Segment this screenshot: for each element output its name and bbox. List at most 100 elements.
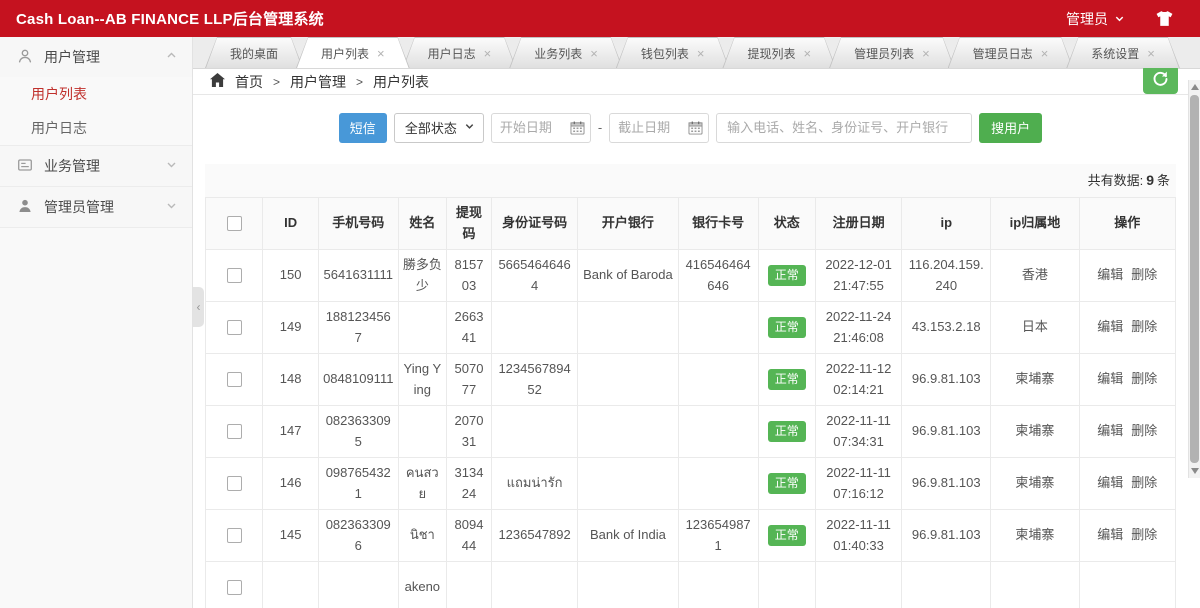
sidebar-item-用户日志[interactable]: 用户日志: [0, 111, 192, 145]
cell-register-date: 2022-11-11 07:16:12: [816, 458, 902, 510]
breadcrumb-section[interactable]: 用户管理: [290, 72, 346, 92]
delete-link[interactable]: 删除: [1131, 475, 1157, 490]
delete-link[interactable]: 删除: [1131, 527, 1157, 542]
cell-bank: Bank of Baroda: [578, 250, 678, 302]
cell-withdraw-code: 507077: [446, 354, 491, 406]
edit-link[interactable]: 编辑: [1097, 319, 1123, 334]
content-area: 短信 全部状态 - 搜用户 共有数据:9条: [193, 95, 1200, 608]
cell-id-number: [492, 562, 578, 608]
sidebar-item-用户列表[interactable]: 用户列表: [0, 77, 192, 111]
cell-id: 145: [263, 510, 318, 562]
table-row: 1460987654321คนสวย313424แถมน่ารัก正常2022-…: [206, 458, 1176, 510]
cell-phone: 0823633095: [318, 406, 398, 458]
cell-card: 416546464646: [678, 250, 758, 302]
edit-link[interactable]: 编辑: [1097, 475, 1123, 490]
tab-close-icon[interactable]: ×: [803, 47, 811, 60]
tab-我的桌面[interactable]: 我的桌面: [205, 37, 303, 68]
row-checkbox[interactable]: [227, 528, 242, 543]
tab-close-icon[interactable]: ×: [484, 47, 492, 60]
cell-status: [758, 562, 815, 608]
select-all-header-cell: [206, 198, 263, 250]
row-checkbox[interactable]: [227, 372, 242, 387]
tab-inner: 系统设置×: [1067, 38, 1179, 68]
select-all-checkbox[interactable]: [227, 216, 242, 231]
edit-link[interactable]: 编辑: [1097, 423, 1123, 438]
delete-link[interactable]: 删除: [1131, 319, 1157, 334]
tab-管理员日志[interactable]: 管理员日志×: [948, 37, 1074, 68]
tab-用户日志[interactable]: 用户日志×: [403, 37, 517, 68]
records-summary-suffix: 条: [1157, 173, 1170, 188]
tab-提现列表[interactable]: 提现列表×: [722, 37, 836, 68]
delete-link[interactable]: 删除: [1131, 267, 1157, 282]
tab-管理员列表[interactable]: 管理员列表×: [829, 37, 955, 68]
tab-close-icon[interactable]: ×: [1041, 47, 1049, 60]
status-select[interactable]: 全部状态: [394, 113, 484, 143]
tab-系统设置[interactable]: 系统设置×: [1066, 37, 1180, 68]
tab-close-icon[interactable]: ×: [590, 47, 598, 60]
calendar-icon[interactable]: [570, 121, 585, 138]
row-checkbox[interactable]: [227, 580, 242, 595]
refresh-icon: [1152, 70, 1169, 90]
chevron-up-icon: [165, 49, 178, 65]
delete-link[interactable]: 删除: [1131, 371, 1157, 386]
delete-link[interactable]: 删除: [1131, 423, 1157, 438]
keyword-input[interactable]: [716, 113, 972, 143]
row-checkbox[interactable]: [227, 476, 242, 491]
search-users-button[interactable]: 搜用户: [979, 113, 1042, 143]
tab-钱包列表[interactable]: 钱包列表×: [616, 37, 730, 68]
records-summary: 共有数据:9条: [205, 164, 1176, 197]
scroll-thumb[interactable]: [1190, 95, 1199, 463]
tab-inner: 用户日志×: [404, 38, 516, 68]
tab-inner: 我的桌面: [206, 38, 302, 68]
tab-close-icon[interactable]: ×: [697, 47, 705, 60]
sms-button[interactable]: 短信: [339, 113, 387, 143]
calendar-icon[interactable]: [688, 121, 703, 138]
home-icon: [210, 73, 225, 90]
top-header: Cash Loan--AB FINANCE LLP后台管理系统 管理员: [0, 0, 1200, 37]
row-checkbox[interactable]: [227, 268, 242, 283]
main-layout: 用户管理用户列表用户日志业务管理管理员管理 我的桌面用户列表×用户日志×业务列表…: [0, 37, 1200, 608]
tab-用户列表[interactable]: 用户列表×: [296, 37, 410, 68]
records-count: 9: [1146, 172, 1154, 188]
tab-close-icon[interactable]: ×: [377, 47, 385, 60]
cell-withdraw-code: [446, 562, 491, 608]
row-select-cell: [206, 458, 263, 510]
cell-actions: 编辑删除: [1079, 354, 1175, 406]
cell-name: นิชา: [398, 510, 446, 562]
cell-name: คนสวย: [398, 458, 446, 510]
sidebar: 用户管理用户列表用户日志业务管理管理员管理: [0, 37, 193, 608]
cell-id-number: แถมน่ารัก: [492, 458, 578, 510]
theme-shirt-icon[interactable]: [1155, 10, 1174, 27]
vertical-scrollbar[interactable]: [1188, 80, 1200, 478]
tab-close-icon[interactable]: ×: [1147, 47, 1155, 60]
breadcrumb-home[interactable]: 首页: [235, 72, 263, 92]
breadcrumb: 首页 > 用户管理 > 用户列表: [210, 72, 429, 92]
edit-link[interactable]: 编辑: [1097, 527, 1123, 542]
scroll-down-arrow-icon[interactable]: [1191, 468, 1199, 474]
edit-link[interactable]: 编辑: [1097, 371, 1123, 386]
cell-ip: 96.9.81.103: [902, 406, 991, 458]
table-header-row: ID手机号码姓名提现码身份证号码开户银行银行卡号状态注册日期ipip归属地操作: [206, 198, 1176, 250]
sidebar-section-用户管理[interactable]: 用户管理: [0, 37, 192, 77]
sidebar-collapse-handle[interactable]: ‹: [193, 287, 204, 327]
refresh-button[interactable]: [1143, 65, 1178, 94]
column-header-提现码: 提现码: [446, 198, 491, 250]
row-checkbox[interactable]: [227, 320, 242, 335]
column-header-姓名: 姓名: [398, 198, 446, 250]
row-select-cell: [206, 354, 263, 406]
row-checkbox[interactable]: [227, 424, 242, 439]
tab-inner: 管理员日志×: [949, 38, 1073, 68]
edit-link[interactable]: 编辑: [1097, 267, 1123, 282]
cell-id: 150: [263, 250, 318, 302]
admin-menu[interactable]: 管理员: [1066, 9, 1125, 29]
cell-name: 勝多负少: [398, 250, 446, 302]
sidebar-section-业务管理[interactable]: 业务管理: [0, 146, 192, 186]
business-icon: [17, 157, 33, 176]
breadcrumb-page[interactable]: 用户列表: [373, 72, 429, 92]
tab-close-icon[interactable]: ×: [922, 47, 930, 60]
breadcrumb-separator: >: [273, 75, 280, 89]
tab-业务列表[interactable]: 业务列表×: [509, 37, 623, 68]
scroll-up-arrow-icon[interactable]: [1191, 84, 1199, 90]
cell-id: [263, 562, 318, 608]
sidebar-section-管理员管理[interactable]: 管理员管理: [0, 187, 192, 227]
